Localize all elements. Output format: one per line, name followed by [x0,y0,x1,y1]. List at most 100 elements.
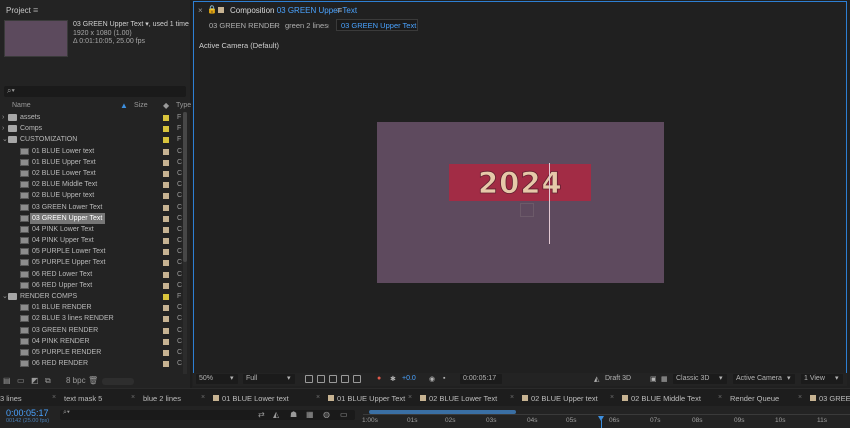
label-color-swatch[interactable] [163,316,169,323]
project-comp-row[interactable]: 03 GREEN Upper Text C [0,212,190,224]
project-panel-title[interactable]: Project [6,6,31,15]
label-color-swatch[interactable] [163,193,169,200]
timeline-tab[interactable]: 02 BLUE Lower Text [429,394,497,403]
label-color-swatch[interactable] [163,249,169,256]
project-comp-row[interactable]: 04 PINK RENDER C [0,336,190,347]
project-comp-row[interactable]: 02 BLUE Middle Text C [0,179,190,190]
trash-icon[interactable]: 🗑 [88,376,98,385]
exposure-value[interactable]: +0.0 [402,375,416,382]
project-comp-row[interactable]: 05 PURPLE RENDER C [0,347,190,358]
project-scrollbar[interactable] [183,112,187,374]
motion-blur-icon[interactable]: ◍ [323,410,330,419]
column-header-name[interactable]: Name [12,102,31,112]
current-time-display[interactable]: 0:00:05:17 [460,374,502,384]
snapshot-icon[interactable]: ◉ [429,375,435,383]
expand-closed-icon[interactable]: › [2,112,4,123]
project-folder-row[interactable]: ⌄ RENDER COMPS F [0,291,190,302]
timeline-tab[interactable]: 01 BLUE Lower text [222,394,289,403]
timeline-tab[interactable]: text mask 5 [64,394,102,403]
label-color-swatch[interactable] [163,148,169,155]
project-comp-row[interactable]: 03 GREEN RENDER C [0,325,190,336]
transparency-grid-icon[interactable] [317,375,325,383]
shy-layers-icon[interactable]: ☗ [290,410,297,419]
resolution-dropdown[interactable]: Full ▾ [243,374,295,384]
color-management-icon[interactable]: ✱ [390,375,396,383]
bit-depth-button[interactable]: 8 bpc [66,376,86,385]
zoom-dropdown[interactable]: 50% ▾ [196,374,238,384]
project-comp-row[interactable]: 02 BLUE Lower Text C [0,168,190,179]
view-layout-dropdown[interactable]: 1 View ▾ [801,374,843,384]
new-composition-icon[interactable]: ◩ [31,376,39,385]
label-color-swatch[interactable] [163,361,169,368]
project-folder-row[interactable]: › Comps F [0,123,190,134]
project-comp-row[interactable]: 01 BLUE Lower text C [0,146,190,157]
close-icon[interactable]: × [198,6,203,15]
mask-visibility-icon[interactable] [329,375,337,383]
timeline-tab[interactable]: Render Queue [730,394,779,403]
tab-close-icon[interactable]: × [201,394,205,401]
region-of-interest-icon[interactable] [305,375,313,383]
label-color-swatch[interactable] [163,215,169,222]
time-ruler[interactable] [363,414,850,415]
project-comp-row[interactable]: 04 PINK Lower Text C [0,224,190,235]
renderer-dropdown[interactable]: Classic 3D ▾ [673,374,727,384]
camera-dropdown[interactable]: Active Camera ▾ [733,374,795,384]
breadcrumb-item[interactable]: green 2 lines [285,20,328,32]
label-color-swatch[interactable] [163,137,169,144]
new-folder-icon[interactable]: ▭ [17,376,25,385]
tab-close-icon[interactable]: × [798,394,802,401]
label-tag-icon[interactable]: ◆ [163,101,169,110]
timeline-tab[interactable]: 02 BLUE Upper text [531,394,598,403]
tab-close-icon[interactable]: × [52,394,56,401]
label-color-swatch[interactable] [163,115,169,121]
label-color-swatch[interactable] [163,226,169,233]
project-comp-row[interactable]: 01 BLUE Upper Text C [0,157,190,168]
panel-menu-icon[interactable]: ≡ [33,5,38,15]
label-color-swatch[interactable] [163,126,169,133]
tab-close-icon[interactable]: × [408,394,412,401]
project-comp-row[interactable]: 01 BLUE RENDER C [0,302,190,313]
project-comp-row[interactable]: 03 GREEN Lower Text C [0,202,190,213]
label-color-swatch[interactable] [163,349,169,356]
expand-open-icon[interactable]: ⌄ [2,134,8,145]
label-color-swatch[interactable] [163,338,169,345]
tab-close-icon[interactable]: × [610,394,614,401]
color-channel-icon[interactable]: ● [377,375,381,382]
tab-close-icon[interactable]: × [718,394,722,401]
timeline-tab[interactable]: 01 BLUE Upper Text [337,394,405,403]
show-snapshot-icon[interactable]: ▪ [443,375,445,382]
timeline-tab[interactable]: 03 GREEN U [819,394,850,403]
project-comp-row[interactable]: 05 PURPLE Upper Text C [0,257,190,268]
project-comp-row[interactable]: 04 PINK Upper Text C [0,235,190,246]
timeline-tab[interactable]: 02 BLUE Middle Text [631,394,701,403]
project-folder-row[interactable]: ⌄ CUSTOMIZATION F [0,134,190,145]
breadcrumb-active[interactable]: 03 GREEN Upper Text [336,19,418,31]
label-color-swatch[interactable] [163,159,169,166]
project-comp-row[interactable]: 02 BLUE 3 lines RENDER C [0,313,190,324]
project-comp-row[interactable]: 05 PURPLE Lower Text C [0,246,190,257]
interpret-footage-icon[interactable]: ▤ [3,376,11,385]
project-comp-row[interactable]: 06 RED RENDER C [0,358,190,369]
ground-plane-icon[interactable]: ▦ [661,375,668,383]
label-color-swatch[interactable] [163,305,169,312]
extended-viewer-icon[interactable]: ▣ [650,375,657,383]
project-comp-row[interactable]: 06 RED Upper Text C [0,280,190,291]
label-color-swatch[interactable] [163,204,169,211]
timeline-tab[interactable]: 3 lines [0,394,22,403]
sort-ascending-icon[interactable]: ▲ [120,101,128,110]
expand-open-icon[interactable]: ⌄ [2,291,8,302]
draft-3d-icon[interactable]: ◭ [594,375,599,383]
project-comp-row[interactable]: 06 RED Lower Text C [0,269,190,280]
guides-icon[interactable] [341,375,349,383]
safe-zones-icon[interactable] [353,375,361,383]
scrollbar-thumb[interactable] [183,112,187,262]
column-header-size[interactable]: Size [134,102,148,112]
expand-closed-icon[interactable]: › [2,123,4,134]
breadcrumb-item[interactable]: 03 GREEN RENDER [209,20,280,32]
thumbnail-size-slider[interactable] [102,378,134,385]
tab-close-icon[interactable]: × [131,394,135,401]
graph-editor-icon[interactable]: ▭ [340,410,348,419]
project-search-input[interactable]: ⌕▾ [4,86,186,97]
timeline-tab[interactable]: blue 2 lines [143,394,181,403]
project-comp-row[interactable]: 02 BLUE Upper text C [0,190,190,201]
